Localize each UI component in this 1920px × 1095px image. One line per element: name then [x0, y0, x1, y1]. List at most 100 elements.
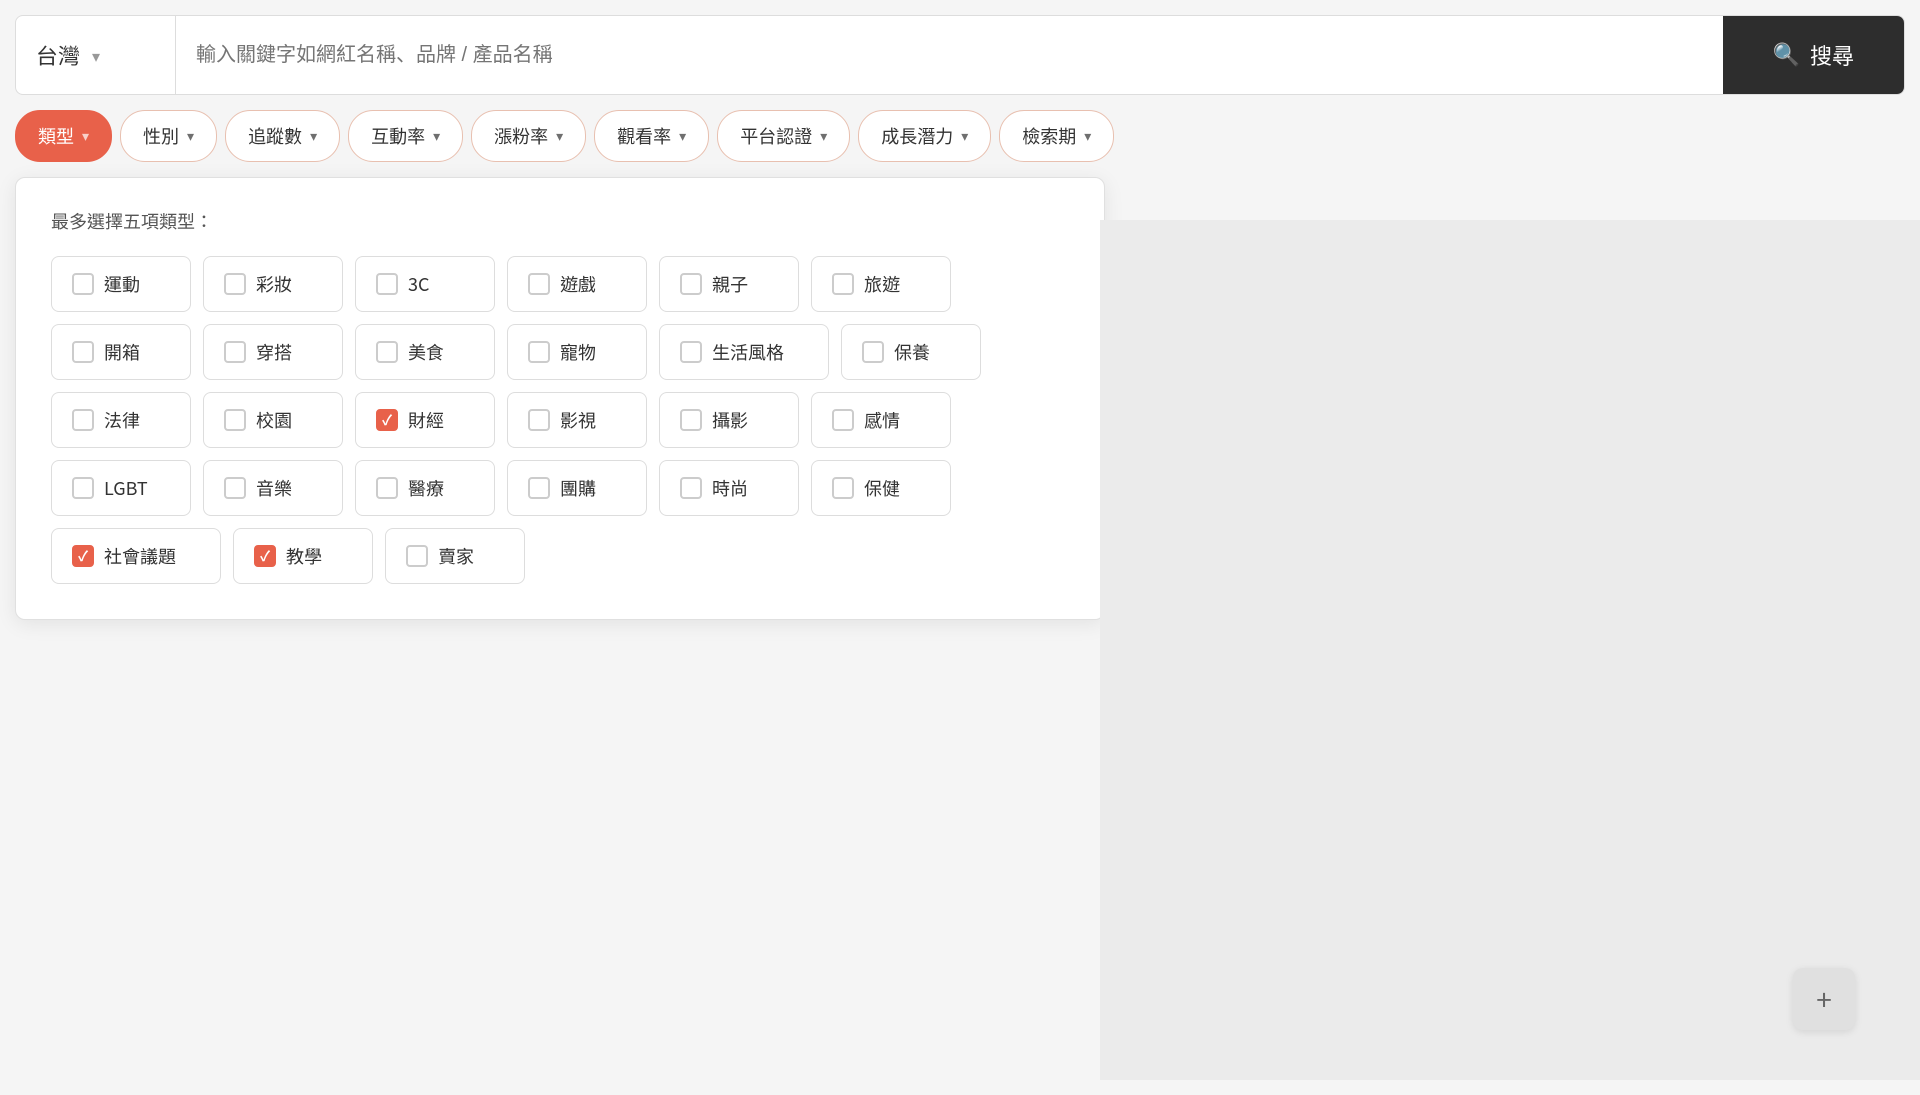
checkbox-box-寵物 [528, 341, 550, 363]
checkbox-item-教學[interactable]: 教學 [233, 528, 373, 584]
search-input[interactable] [176, 16, 1723, 94]
filter-btn-growth[interactable]: 漲粉率 ▾ [471, 110, 586, 162]
checkbox-label: 保養 [894, 339, 930, 365]
checkbox-box-遊戲 [528, 273, 550, 295]
checkbox-item-LGBT[interactable]: LGBT [51, 460, 191, 516]
checkbox-box-開箱 [72, 341, 94, 363]
checkbox-item-醫療[interactable]: 醫療 [355, 460, 495, 516]
region-select[interactable]: 台灣 ▾ [16, 16, 176, 94]
checkbox-box-旅遊 [832, 273, 854, 295]
checkbox-item-保養[interactable]: 保養 [841, 324, 981, 380]
checkbox-item-美食[interactable]: 美食 [355, 324, 495, 380]
filter-label: 性別 [143, 123, 179, 149]
checkbox-item-3C[interactable]: 3C [355, 256, 495, 312]
checkbox-item-時尚[interactable]: 時尚 [659, 460, 799, 516]
checkbox-item-財經[interactable]: 財經 [355, 392, 495, 448]
filter-label: 平台認證 [740, 123, 812, 149]
chevron-down-icon: ▾ [82, 128, 89, 145]
checkbox-box-感情 [832, 409, 854, 431]
chevron-down-icon: ▾ [556, 128, 563, 145]
checkbox-label: 穿搭 [256, 339, 292, 365]
checkbox-item-遊戲[interactable]: 遊戲 [507, 256, 647, 312]
checkbox-label: 感情 [864, 407, 900, 433]
chevron-down-icon: ▾ [92, 43, 100, 67]
filter-label: 互動率 [371, 123, 425, 149]
checkbox-box-校園 [224, 409, 246, 431]
filter-label: 追蹤數 [248, 123, 302, 149]
checkbox-label: 教學 [286, 543, 322, 569]
checkbox-box-團購 [528, 477, 550, 499]
checkbox-label: 旅遊 [864, 271, 900, 297]
checkbox-item-親子[interactable]: 親子 [659, 256, 799, 312]
region-label: 台灣 [36, 39, 80, 71]
search-bar: 台灣 ▾ 🔍 搜尋 [15, 15, 1905, 95]
checkbox-item-旅遊[interactable]: 旅遊 [811, 256, 951, 312]
checkbox-item-彩妝[interactable]: 彩妝 [203, 256, 343, 312]
checkbox-box-音樂 [224, 477, 246, 499]
filter-label: 檢索期 [1022, 123, 1076, 149]
checkbox-label: 運動 [104, 271, 140, 297]
checkbox-item-攝影[interactable]: 攝影 [659, 392, 799, 448]
checkbox-box-穿搭 [224, 341, 246, 363]
checkbox-box-醫療 [376, 477, 398, 499]
filter-btn-search_rank[interactable]: 檢索期 ▾ [999, 110, 1114, 162]
filter-btn-engagement[interactable]: 互動率 ▾ [348, 110, 463, 162]
checkbox-box-3C [376, 273, 398, 295]
checkbox-label: 財經 [408, 407, 444, 433]
filter-btn-category[interactable]: 類型 ▾ [15, 110, 112, 162]
checkbox-item-生活風格[interactable]: 生活風格 [659, 324, 829, 380]
checkbox-item-社會議題[interactable]: 社會議題 [51, 528, 221, 584]
filter-btn-gender[interactable]: 性別 ▾ [120, 110, 217, 162]
checkbox-item-保健[interactable]: 保健 [811, 460, 951, 516]
checkbox-box-影視 [528, 409, 550, 431]
checkbox-box-生活風格 [680, 341, 702, 363]
filter-btn-followers[interactable]: 追蹤數▾ [225, 110, 340, 162]
checkbox-item-影視[interactable]: 影視 [507, 392, 647, 448]
checkbox-label: 開箱 [104, 339, 140, 365]
checkbox-label: 寵物 [560, 339, 596, 365]
filter-btn-views[interactable]: 觀看率 ▾ [594, 110, 709, 162]
checkbox-item-法律[interactable]: 法律 [51, 392, 191, 448]
category-dropdown-panel: 最多選擇五項類型： 運動彩妝3C遊戲親子旅遊開箱穿搭美食寵物生活風格保養法律校園… [15, 177, 1105, 620]
checkbox-row-1: 開箱 穿搭 美食 寵物 生活風格 保養 [51, 324, 1069, 380]
checkbox-label: 遊戲 [560, 271, 596, 297]
checkbox-box-法律 [72, 409, 94, 431]
checkbox-box-保健 [832, 477, 854, 499]
filter-label: 類型 [38, 123, 74, 149]
checkbox-label: 時尚 [712, 475, 748, 501]
right-panel: + [1100, 220, 1920, 1080]
checkbox-box-LGBT [72, 477, 94, 499]
checkbox-item-運動[interactable]: 運動 [51, 256, 191, 312]
search-button[interactable]: 🔍 搜尋 [1723, 16, 1904, 94]
checkbox-item-寵物[interactable]: 寵物 [507, 324, 647, 380]
checkbox-label: 影視 [560, 407, 596, 433]
checkbox-label: 保健 [864, 475, 900, 501]
checkbox-box-時尚 [680, 477, 702, 499]
checkbox-box-運動 [72, 273, 94, 295]
checkbox-item-開箱[interactable]: 開箱 [51, 324, 191, 380]
checkbox-box-社會議題 [72, 545, 94, 567]
checkbox-label: 攝影 [712, 407, 748, 433]
chevron-down-icon: ▾ [433, 128, 440, 145]
filter-label: 漲粉率 [494, 123, 548, 149]
chevron-down-icon: ▾ [679, 128, 686, 145]
checkbox-item-穿搭[interactable]: 穿搭 [203, 324, 343, 380]
chevron-down-icon: ▾ [961, 128, 968, 145]
search-icon: 🔍 [1773, 42, 1800, 68]
checkbox-item-感情[interactable]: 感情 [811, 392, 951, 448]
add-button[interactable]: + [1793, 968, 1855, 1030]
checkbox-label: 彩妝 [256, 271, 292, 297]
chevron-down-icon: ▾ [1084, 128, 1091, 145]
filter-label: 觀看率 [617, 123, 671, 149]
checkbox-item-音樂[interactable]: 音樂 [203, 460, 343, 516]
chevron-down-icon: ▾ [187, 128, 194, 145]
checkbox-box-美食 [376, 341, 398, 363]
checkbox-box-保養 [862, 341, 884, 363]
checkbox-item-校園[interactable]: 校園 [203, 392, 343, 448]
checkbox-label: 醫療 [408, 475, 444, 501]
checkbox-label: LGBT [104, 475, 148, 501]
filter-btn-platform[interactable]: 平台認證▾ [717, 110, 850, 162]
checkbox-item-團購[interactable]: 團購 [507, 460, 647, 516]
checkbox-item-賣家[interactable]: 賣家 [385, 528, 525, 584]
filter-btn-potential[interactable]: 成長潛力▾ [858, 110, 991, 162]
